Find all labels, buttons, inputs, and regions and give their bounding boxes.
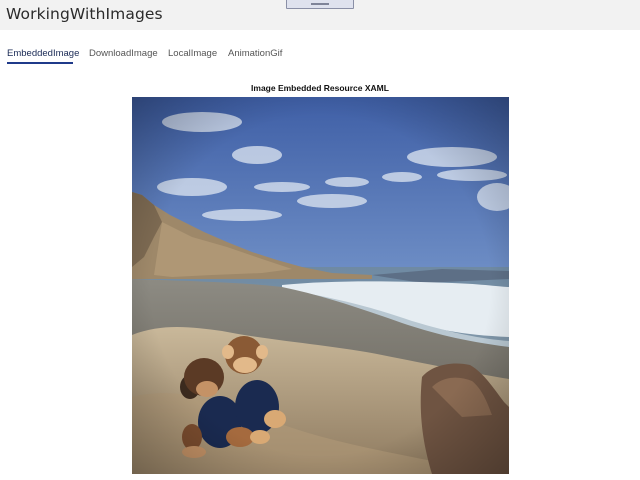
drag-handle[interactable] [286, 0, 354, 9]
page-heading: Image Embedded Resource XAML [251, 83, 389, 93]
tab-animation-gif[interactable]: AnimationGif [228, 48, 282, 59]
beach-photo-illustration [132, 97, 509, 474]
tab-local-image[interactable]: LocalImage [168, 48, 217, 59]
active-tab-indicator [7, 62, 73, 64]
grip-icon [311, 3, 329, 5]
embedded-image [132, 97, 509, 474]
title-bar: WorkingWithImages [0, 0, 640, 30]
tab-embedded-image[interactable]: EmbeddedImage [7, 48, 79, 59]
tab-download-image[interactable]: DownloadImage [89, 48, 158, 59]
app-title: WorkingWithImages [6, 5, 163, 23]
